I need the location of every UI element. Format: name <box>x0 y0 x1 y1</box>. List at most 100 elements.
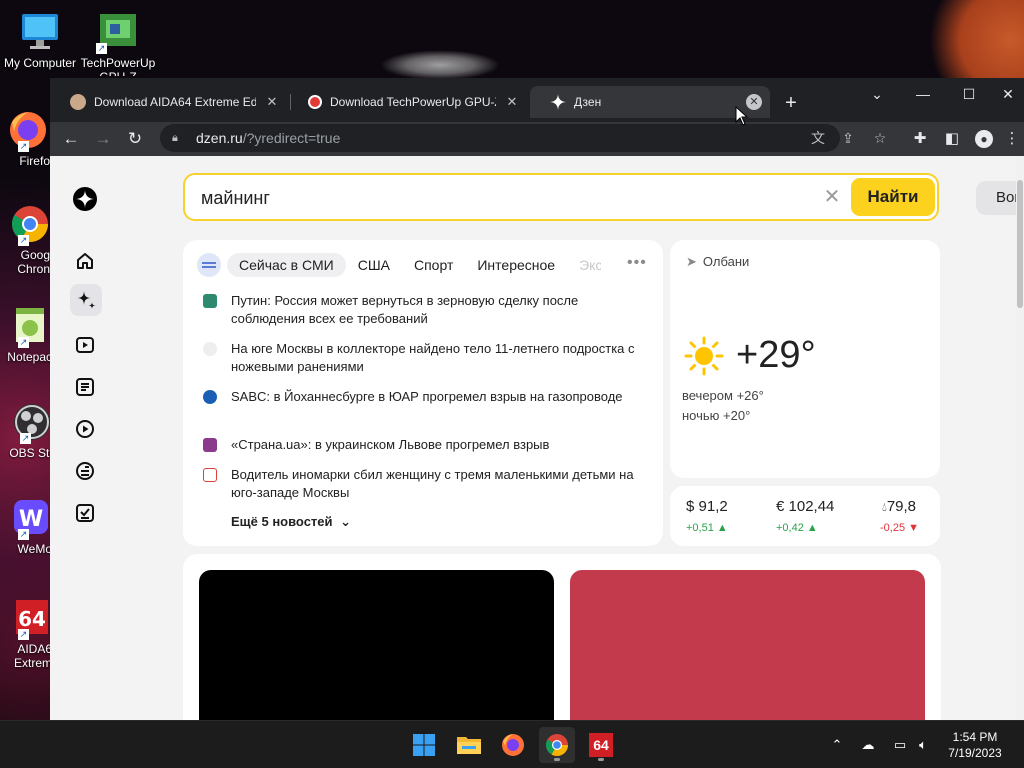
home-icon[interactable] <box>72 248 98 274</box>
minimize-button[interactable]: — <box>900 82 946 106</box>
shorts-icon[interactable] <box>72 416 98 442</box>
rates-card[interactable]: $ 91,2 +0,51 ▲ € 102,44 +0,42 ▲ 💧︎79,8 -… <box>670 486 940 546</box>
news-item[interactable]: Водитель иномарки сбил женщину с тремя м… <box>203 466 643 502</box>
video-icon[interactable] <box>72 332 98 358</box>
url-path: /?yredirect=true <box>242 130 341 146</box>
weather-evening: вечером +26° <box>682 388 764 403</box>
desktop-icon-label-2: Chron <box>17 262 50 276</box>
weather-location: ➤ Олбани <box>686 254 749 270</box>
weather-card[interactable]: ➤ Олбани +29° вечером +26° ночью +20° <box>670 240 940 478</box>
shortcut-arrow-icon: ↗ <box>18 235 29 246</box>
desktop-icon-obs[interactable]: ↗ OBS Stu <box>0 400 56 460</box>
maximize-button[interactable]: ☐ <box>946 82 992 106</box>
taskbar-file-explorer[interactable] <box>451 727 487 763</box>
desktop-icon-label: WeMo <box>17 542 52 556</box>
gpu-z-icon: ↗ <box>96 10 140 54</box>
news-tab-more[interactable]: Экс <box>579 257 601 273</box>
subscriptions-icon[interactable] <box>72 500 98 526</box>
wallpaper-planet <box>380 50 500 80</box>
close-window-button[interactable]: ✕ <box>992 82 1024 106</box>
aida64-icon: 64 <box>589 733 613 757</box>
news-item[interactable]: Путин: Россия может вернуться в зерновую… <box>203 292 643 328</box>
news-headline: Водитель иномарки сбил женщину с тремя м… <box>231 467 634 500</box>
weather-night: ночью +20° <box>682 408 751 423</box>
show-hidden-icons-chevron-icon[interactable]: ⌃ <box>827 735 847 755</box>
channels-icon[interactable] <box>72 458 98 484</box>
running-indicator <box>598 758 604 761</box>
desktop-icon-gpu-z[interactable]: ↗ TechPowerUp GPU-Z <box>80 10 156 76</box>
translate-icon[interactable]: 文 <box>808 128 828 148</box>
desktop-icon-label: AIDA6 <box>17 642 52 656</box>
back-button[interactable]: ← <box>58 126 84 152</box>
dzen-logo-icon[interactable] <box>72 186 98 212</box>
more-news-link[interactable]: Ещё 5 новостей ⌄ <box>231 514 351 530</box>
desktop-icon-label: Goog <box>20 248 50 262</box>
dzen-favicon-icon <box>550 94 566 110</box>
tab-title: Download TechPowerUp GPU-Z <box>330 95 496 109</box>
news-item[interactable]: «Страна.ua»: в украинском Львове прогрем… <box>203 436 643 454</box>
address-bar[interactable]: 🔒︎ dzen.ru /?yredirect=true <box>160 124 840 152</box>
scrollbar-thumb[interactable] <box>1017 180 1023 308</box>
news-tab-usa[interactable]: США <box>358 257 390 273</box>
eur-rate: € 102,44 <box>776 498 835 515</box>
tab-close-icon[interactable]: ✕ <box>504 94 520 110</box>
system-clock[interactable]: 1:54 PM 7/19/2023 <box>940 729 1010 761</box>
search-button[interactable]: Найти <box>851 178 935 216</box>
network-icon[interactable]: ▭ <box>890 735 910 755</box>
desktop-icon-my-computer[interactable]: My Computer <box>2 10 78 70</box>
taskbar-chrome[interactable] <box>539 727 575 763</box>
news-tab-now[interactable]: Сейчас в СМИ <box>227 253 346 277</box>
mouse-cursor-icon <box>735 106 749 126</box>
start-button[interactable] <box>406 727 442 763</box>
search-clear-icon[interactable]: ✕ <box>821 185 843 209</box>
sparkle-icon[interactable] <box>70 284 102 316</box>
page-scrollbar[interactable] <box>1016 156 1024 720</box>
tab-search-dropdown-icon[interactable]: ⌄ <box>854 82 900 106</box>
news-source-icon <box>203 468 217 482</box>
news-item[interactable]: На юге Москвы в коллекторе найдено тело … <box>203 340 643 376</box>
desktop-icon-firefox[interactable]: ↗ Firefo <box>0 108 52 168</box>
desktop-icon-wemod[interactable]: W ↗ WeMo <box>0 496 52 556</box>
search-box: ✕ Найти <box>183 173 939 221</box>
news-tab-interesting[interactable]: Интересное <box>477 257 555 273</box>
tab-strip: Download AIDA64 Extreme Editi ✕ Download… <box>50 78 1024 122</box>
reload-button[interactable]: ↻ <box>122 126 148 152</box>
news-tab-sport[interactable]: Спорт <box>414 257 453 273</box>
tab-aida64[interactable]: Download AIDA64 Extreme Editi ✕ <box>50 86 288 118</box>
desktop-icon-aida64[interactable]: 64 ↗ AIDA6 Extrem <box>0 596 52 670</box>
desktop-icon-notepad[interactable]: ↗ Notepac <box>0 304 52 364</box>
sun-icon <box>684 336 724 376</box>
news-headline: SABC: в Йоханнесбурге в ЮАР прогремел вз… <box>231 389 623 404</box>
tab-dzen[interactable]: Дзен ✕ <box>530 86 770 118</box>
tab-close-icon[interactable]: ✕ <box>264 94 280 110</box>
news-item[interactable]: SABC: в Йоханнесбурге в ЮАР прогремел вз… <box>203 388 643 406</box>
onedrive-cloud-icon[interactable]: ☁︎ <box>858 735 878 755</box>
extensions-icon[interactable]: ✚ <box>910 129 930 149</box>
desktop-icon-label-2: Extrem <box>13 656 52 670</box>
more-news-label: Ещё 5 новостей <box>231 514 333 529</box>
articles-icon[interactable] <box>72 374 98 400</box>
bookmark-star-icon[interactable]: ☆ <box>870 128 890 148</box>
search-input[interactable] <box>199 185 803 211</box>
clock-time: 1:54 PM <box>952 730 998 744</box>
desktop-icon-chrome[interactable]: ↗ Goog Chron <box>0 202 52 276</box>
firefox-icon: ↗ <box>4 108 48 152</box>
taskbar-aida64[interactable]: 64 <box>583 727 619 763</box>
forward-button[interactable]: → <box>90 126 116 152</box>
more-options-icon[interactable]: ••• <box>627 254 647 272</box>
feed-item-image[interactable] <box>199 570 554 720</box>
share-icon[interactable]: ⇪ <box>838 128 858 148</box>
side-panel-icon[interactable]: ◧ <box>942 129 962 149</box>
volume-icon[interactable]: 🔈︎ <box>913 735 933 755</box>
tab-gpu-z[interactable]: Download TechPowerUp GPU-Z ✕ <box>288 86 528 118</box>
profile-icon[interactable]: ● <box>974 129 994 149</box>
chrome-icon: ↗ <box>4 202 49 246</box>
feed-item-image[interactable] <box>570 570 925 720</box>
taskbar-firefox[interactable] <box>495 727 531 763</box>
desktop-icon-label: Notepac <box>7 350 52 364</box>
new-tab-button[interactable]: + <box>781 92 801 115</box>
desktop-icon-label-2: GPU-Z <box>80 70 156 76</box>
menu-kebab-icon[interactable]: ⋮ <box>1002 129 1022 149</box>
chevron-down-icon: ⌄ <box>340 514 352 529</box>
notepad-icon: ↗ <box>4 304 48 348</box>
